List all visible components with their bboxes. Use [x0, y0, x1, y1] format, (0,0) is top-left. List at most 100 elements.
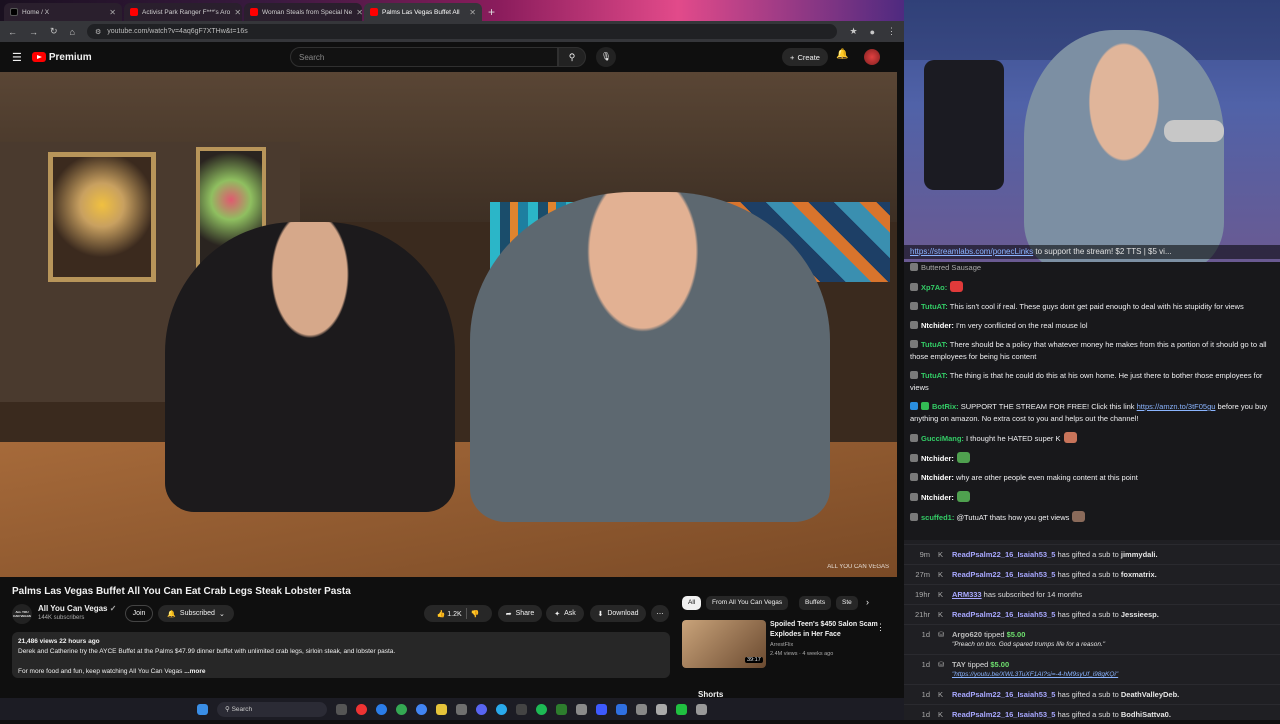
browser-tab[interactable]: Home / X ✕ — [4, 3, 122, 21]
new-tab-icon[interactable]: + — [488, 3, 495, 21]
windows-start-icon[interactable] — [197, 703, 208, 715]
chat-username[interactable]: Ntchider: — [921, 454, 954, 463]
home-icon[interactable]: ⌂ — [70, 27, 75, 37]
close-tab-icon[interactable]: ✕ — [109, 8, 116, 17]
chip-buffets[interactable]: Buffets — [799, 596, 832, 610]
join-button[interactable]: Join — [125, 605, 153, 622]
telegram-icon[interactable] — [496, 703, 507, 715]
site-info-icon[interactable]: ⚙ — [95, 28, 101, 36]
spotify-icon[interactable] — [536, 703, 547, 715]
browser-tab[interactable]: Activist Park Ranger F***'s Aro ✕ — [124, 3, 242, 21]
share-button[interactable]: ➦ Share — [498, 605, 542, 622]
video-player[interactable]: ALL YOU CAN VEGAS — [0, 72, 897, 577]
chrome-icon[interactable] — [396, 703, 407, 715]
youtube-logo[interactable]: Premium — [31, 52, 92, 63]
chat-username[interactable]: Ntchider: — [921, 473, 954, 482]
description-box[interactable]: 21,486 views 22 hours ago Derek and Cath… — [12, 632, 670, 678]
app-icon[interactable] — [636, 703, 647, 715]
event-user[interactable]: Argo620 — [952, 630, 982, 639]
chevron-right-icon[interactable]: › — [866, 597, 869, 607]
browser-tab[interactable]: Woman Steals from Special Ne ✕ — [244, 3, 362, 21]
suggested-channel[interactable]: ArrestFlix — [770, 642, 793, 648]
chat-link[interactable]: https://amzn.to/3tF05gu — [1137, 402, 1216, 411]
voice-search-button[interactable]: 🎙 — [596, 47, 616, 67]
discord-icon[interactable] — [476, 703, 487, 715]
app-icon[interactable] — [556, 703, 567, 715]
like-button[interactable]: 👍 1.2K — [437, 610, 462, 618]
chat-username[interactable]: Ntchider: — [921, 493, 954, 502]
app-icon[interactable] — [616, 703, 627, 715]
hamburger-menu-icon[interactable]: ☰ — [12, 51, 22, 64]
stream-ticker: https://streamlabs.com/ponecLinks to sup… — [904, 245, 1280, 259]
event-target[interactable]: jimmydali. — [1121, 550, 1158, 559]
suggested-video-title[interactable]: Spoiled Teen's $450 Salon Scam Explodes … — [770, 620, 878, 640]
url-bar[interactable]: ⚙ youtube.com/watch?v=4aq6gF7XTHw&t=16s — [86, 24, 838, 39]
app-icon[interactable] — [656, 703, 667, 715]
browser-tab-active[interactable]: Palms Las Vegas Buffet All ✕ — [364, 3, 482, 21]
chip-partial[interactable]: Ste — [836, 596, 858, 610]
channel-name[interactable]: All You Can Vegas ✓ — [38, 604, 116, 613]
channel-avatar[interactable]: ALL YOU CAN VEGAS — [12, 604, 32, 624]
account-avatar[interactable] — [864, 49, 880, 65]
download-button[interactable]: ⬇ Download — [590, 605, 646, 622]
search-input[interactable]: Search — [290, 47, 558, 67]
dislike-button[interactable]: 👎 — [471, 610, 480, 618]
bell-icon: 🔔 — [167, 610, 176, 618]
chip-all[interactable]: All — [682, 596, 702, 610]
event-user[interactable]: ReadPsalm22_16_Isaiah53_5 — [952, 550, 1055, 559]
chat-username[interactable]: TutuAT: — [921, 302, 948, 311]
event-target[interactable]: BodhiSattva0. — [1121, 710, 1171, 719]
event-user[interactable]: TAY — [952, 660, 966, 669]
more-vertical-icon[interactable]: ⋮ — [876, 622, 885, 633]
menu-kebab-icon[interactable]: ⋮ — [887, 26, 896, 37]
event-target[interactable]: Jessieesp. — [1121, 610, 1159, 619]
chat-username[interactable]: Ntchider: — [921, 321, 954, 330]
reload-icon[interactable]: ↻ — [50, 26, 58, 37]
chat-username[interactable]: GucciMang: — [921, 434, 964, 443]
chat-username[interactable]: TutuAT: — [921, 371, 948, 380]
forward-icon[interactable]: → — [29, 27, 38, 37]
app-icon[interactable] — [676, 703, 687, 715]
video-watermark: ALL YOU CAN VEGAS — [827, 564, 889, 570]
event-user[interactable]: ReadPsalm22_16_Isaiah53_5 — [952, 710, 1055, 719]
event-user[interactable]: ReadPsalm22_16_Isaiah53_5 — [952, 570, 1055, 579]
tip-message-link[interactable]: "https://youtu.be/XWL3TuXF1AI?si=-4-hM9s… — [952, 671, 1118, 678]
chat-username[interactable]: TutuAT: — [921, 340, 948, 349]
back-icon[interactable]: ← — [8, 27, 17, 37]
file-explorer-icon[interactable] — [436, 703, 447, 715]
taskbar-search[interactable]: ⚲ Search — [217, 701, 327, 717]
event-target[interactable]: DeathValleyDeb. — [1121, 690, 1179, 699]
task-view-icon[interactable] — [336, 703, 347, 715]
app-icon[interactable] — [596, 703, 607, 715]
event-user[interactable]: ARM333 — [952, 590, 982, 599]
search-button[interactable]: ⚲ — [558, 47, 586, 67]
chrome-profile-icon[interactable] — [416, 703, 427, 715]
chip-from-channel[interactable]: From All You Can Vegas — [706, 596, 789, 610]
obs-icon[interactable] — [516, 703, 527, 715]
close-tab-icon[interactable]: ✕ — [469, 8, 476, 17]
ask-button[interactable]: ✦ Ask — [546, 605, 584, 622]
app-icon[interactable] — [696, 703, 707, 715]
event-target[interactable]: foxmatrix. — [1121, 570, 1157, 579]
opera-icon[interactable] — [356, 703, 367, 715]
divider — [465, 608, 467, 619]
close-tab-icon[interactable]: ✕ — [234, 8, 241, 17]
ticker-link[interactable]: https://streamlabs.com/ponecLinks — [910, 247, 1033, 256]
app-icon[interactable] — [456, 703, 467, 715]
more-actions-button[interactable]: ⋯ — [651, 605, 669, 622]
close-tab-icon[interactable]: ✕ — [356, 8, 362, 17]
profile-icon[interactable]: ● — [870, 27, 875, 37]
event-user[interactable]: ReadPsalm22_16_Isaiah53_5 — [952, 610, 1055, 619]
create-button[interactable]: + Create — [782, 48, 828, 66]
chat-username[interactable]: BotRix: — [932, 402, 959, 411]
chat-username[interactable]: Xp7Ao: — [921, 283, 947, 292]
description-more-link[interactable]: ...more — [184, 668, 205, 675]
subscribed-button[interactable]: 🔔 Subscribed ⌄ — [158, 605, 234, 622]
event-user[interactable]: ReadPsalm22_16_Isaiah53_5 — [952, 690, 1055, 699]
chat-username[interactable]: scuffed1: — [921, 513, 954, 522]
thumbs-up-icon: 👍 — [436, 610, 446, 618]
extension-icon[interactable]: ★ — [849, 26, 857, 37]
app-icon[interactable] — [576, 703, 587, 715]
edge-icon[interactable] — [376, 703, 387, 715]
notifications-bell-icon[interactable]: 🔔 — [836, 49, 848, 60]
